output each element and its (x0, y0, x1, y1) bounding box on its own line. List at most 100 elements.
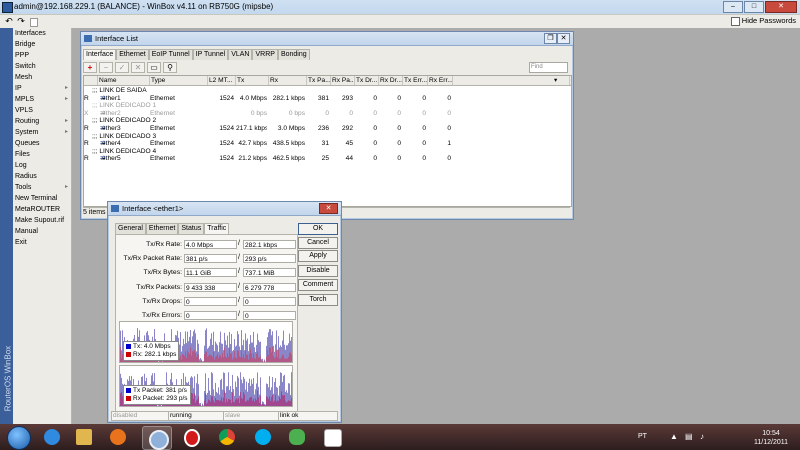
column-header[interactable]: Tx Err... (403, 76, 428, 85)
column-header[interactable]: Name (98, 76, 150, 85)
field-rx-value[interactable]: 0 (243, 311, 296, 320)
network-icon[interactable]: ▤ (685, 432, 693, 441)
dialog-tab-status[interactable]: Status (178, 223, 205, 234)
sidebar-item-system[interactable]: System ▸ (15, 127, 71, 138)
undo-icon[interactable]: ↶ (4, 17, 14, 26)
field-tx-value[interactable]: 4.0 Mbps (184, 240, 237, 249)
close-button[interactable]: ✕ (765, 1, 797, 13)
graph-bar (243, 392, 244, 406)
iflist-tab-eoip-tunnel[interactable]: EoIP Tunnel (148, 49, 193, 60)
iflist-tab-ip-tunnel[interactable]: IP Tunnel (192, 49, 229, 60)
sidebar-item-log[interactable]: Log (15, 160, 71, 171)
column-header[interactable]: Tx (236, 76, 269, 85)
taskbar-app[interactable] (318, 426, 346, 448)
field-rx-value[interactable]: 293 p/s (243, 254, 296, 264)
table-row[interactable]: Rether5 Ethernet 1524 21.2 kbps 462.5 kbps 25… (84, 155, 571, 163)
tray-arrow-icon[interactable]: ▲ (670, 432, 678, 441)
sidebar-item-tools[interactable]: Tools ▸ (15, 182, 71, 193)
field-tx-value[interactable]: 11.1 GiB (184, 268, 237, 278)
sidebar-item-radius[interactable]: Radius (15, 171, 71, 182)
sidebar-item-ppp[interactable]: PPP (15, 50, 71, 61)
iflist-tab-vrrp[interactable]: VRRP (252, 49, 278, 60)
dialog-tab-traffic[interactable]: Traffic (204, 223, 230, 234)
column-header[interactable]: Rx (269, 76, 307, 85)
taskbar-chrome[interactable] (213, 426, 241, 448)
taskbar-ie[interactable] (38, 426, 66, 448)
dialog-tab-ethernet[interactable]: Ethernet (145, 223, 179, 234)
field-rx-value[interactable]: 6 279 778 (243, 282, 296, 292)
iflist-tab-interface[interactable]: Interface (83, 49, 117, 60)
sidebar-item-ip[interactable]: IP ▸ (15, 83, 71, 94)
maximize-button[interactable]: □ (744, 1, 764, 13)
filter-icon[interactable]: ⚲ (163, 62, 177, 73)
field-tx-value[interactable]: 0 (184, 311, 237, 320)
dialog-status-bar: disabled running slave link ok (111, 411, 338, 421)
taskbar-firefox[interactable] (104, 426, 132, 448)
sidebar-item-queues[interactable]: Queues (15, 138, 71, 149)
sidebar-item-make-supout-rif[interactable]: Make Supout.rif (15, 215, 71, 226)
safe-mode-checkbox[interactable] (30, 18, 38, 27)
field-tx-value[interactable]: 0 (184, 296, 237, 306)
apply-button[interactable]: Apply (298, 250, 338, 262)
sidebar-item-routing[interactable]: Routing ▸ (15, 116, 71, 127)
field-rx-value[interactable]: 0 (243, 296, 296, 306)
column-header[interactable]: Rx Err... (428, 76, 453, 85)
sidebar-item-metarouter[interactable]: MetaROUTER (15, 204, 71, 215)
iflist-tab-ethernet[interactable]: Ethernet (116, 49, 149, 60)
close-dialog-button[interactable]: ✕ (319, 203, 338, 214)
hide-passwords-toggle[interactable]: Hide Passwords (730, 16, 796, 26)
iflist-tab-vlan[interactable]: VLAN (228, 49, 253, 60)
restore-button[interactable]: ❐ (544, 33, 557, 44)
sidebar-item-new-terminal[interactable]: New Terminal (15, 193, 71, 204)
add-icon[interactable]: + (83, 62, 97, 73)
taskbar-skype[interactable] (249, 426, 277, 448)
field-tx-value[interactable]: 9 433 338 (184, 282, 237, 292)
sidebar-item-vpls[interactable]: VPLS (15, 105, 71, 116)
remove-icon[interactable]: − (99, 62, 113, 73)
sidebar-item-mesh[interactable]: Mesh (15, 72, 71, 83)
sidebar-item-manual[interactable]: Manual (15, 226, 71, 237)
close-interface-list-button[interactable]: ✕ (557, 33, 570, 44)
enable-icon[interactable]: ✓ (115, 62, 129, 73)
sidebar-item-files[interactable]: Files (15, 149, 71, 160)
comment-icon[interactable]: ▭ (147, 62, 161, 73)
redo-icon[interactable]: ↷ (16, 17, 26, 26)
column-header[interactable]: Tx Dr... (355, 76, 379, 85)
sidebar-item-interfaces[interactable]: Interfaces (15, 28, 71, 39)
sidebar-item-exit[interactable]: Exit (15, 237, 71, 248)
column-header[interactable]: Rx Pa... (331, 76, 355, 85)
taskbar-opera[interactable] (178, 426, 206, 448)
find-input[interactable]: Find (529, 62, 568, 73)
dialog-tab-general[interactable]: General (115, 223, 146, 234)
sidebar-item-switch[interactable]: Switch (15, 61, 71, 72)
iflist-tab-bonding[interactable]: Bonding (277, 49, 310, 60)
ether1-dialog-title-bar[interactable]: Interface <ether1> ✕ (108, 202, 341, 216)
ok-button[interactable]: OK (298, 223, 338, 235)
field-rx-value[interactable]: 737.1 MiB (243, 268, 296, 278)
disable-button[interactable]: Disable (298, 265, 338, 277)
disable-icon[interactable]: ✕ (131, 62, 145, 73)
torch-button[interactable]: Torch (298, 294, 338, 306)
clock[interactable]: 10:54 11/12/2011 (754, 429, 788, 447)
taskbar-msn[interactable] (283, 426, 311, 448)
sidebar-item-bridge[interactable]: Bridge (15, 39, 71, 50)
column-header[interactable]: Rx Dr... (379, 76, 403, 85)
taskbar-explorer[interactable] (70, 426, 98, 448)
field-rx-value[interactable]: 282.1 kbps (243, 240, 296, 249)
column-header[interactable]: Tx Pa... (307, 76, 331, 85)
header-flag[interactable] (84, 76, 98, 85)
field-tx-value[interactable]: 381 p/s (184, 254, 237, 264)
taskbar-winbox[interactable] (142, 426, 172, 450)
sidebar-item-mpls[interactable]: MPLS ▸ (15, 94, 71, 105)
column-header[interactable]: L2 MT... (208, 76, 236, 85)
columns-dropdown-icon[interactable]: ▾ (553, 76, 570, 85)
comment-button[interactable]: Comment (298, 279, 338, 291)
column-header[interactable]: Type (150, 76, 208, 85)
minimize-button[interactable]: – (723, 1, 743, 13)
cancel-button[interactable]: Cancel (298, 237, 338, 249)
start-button[interactable] (2, 424, 36, 450)
volume-icon[interactable]: ♪ (700, 432, 704, 441)
interface-list-title-bar[interactable]: Interface List ❐ ✕ (81, 32, 573, 46)
language-indicator[interactable]: PT (638, 433, 647, 440)
hide-passwords-checkbox[interactable] (730, 16, 740, 26)
